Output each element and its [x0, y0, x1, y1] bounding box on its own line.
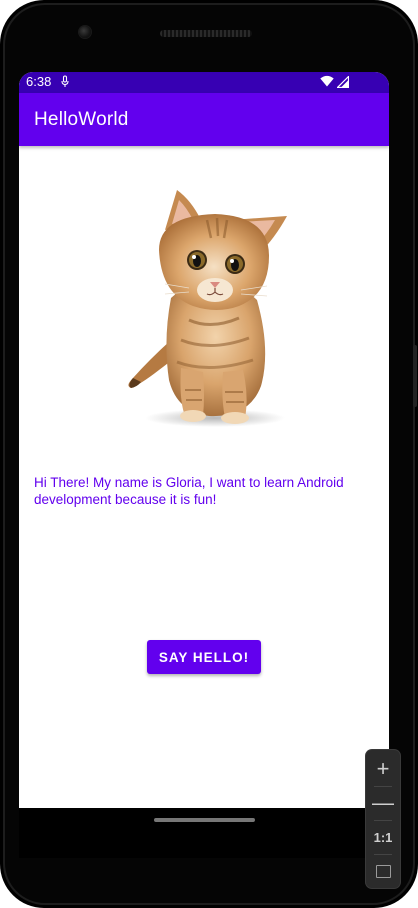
- power-button[interactable]: [413, 345, 417, 407]
- zoom-reset-button[interactable]: 1:1: [366, 820, 400, 854]
- earpiece-speaker: [160, 30, 252, 37]
- app-title: HelloWorld: [34, 109, 129, 130]
- emulator-zoom-panel: + — 1:1: [366, 750, 400, 888]
- home-gesture-pill[interactable]: [154, 818, 255, 822]
- status-bar: 6:38: [19, 72, 389, 93]
- fit-screen-button[interactable]: [366, 854, 400, 888]
- fit-screen-icon: [375, 864, 391, 878]
- signal-icon: [337, 76, 349, 88]
- navigation-bar: [19, 808, 389, 858]
- zoom-out-button[interactable]: —: [366, 786, 400, 820]
- wifi-icon: [320, 75, 334, 87]
- front-camera: [79, 26, 91, 38]
- status-time: 6:38: [26, 74, 52, 89]
- say-hello-button[interactable]: SAY HELLO!: [147, 640, 261, 674]
- phone-screen: 6:38 HelloWorld Hi There! My name is Glo…: [19, 72, 389, 808]
- mic-icon: [61, 75, 69, 87]
- app-bar: HelloWorld: [19, 93, 389, 146]
- zoom-in-button[interactable]: +: [366, 752, 400, 786]
- phone-frame: 6:38 HelloWorld Hi There! My name is Glo…: [0, 0, 418, 908]
- kitten-image: [128, 190, 287, 427]
- intro-text: Hi There! My name is Gloria, I want to l…: [34, 475, 344, 507]
